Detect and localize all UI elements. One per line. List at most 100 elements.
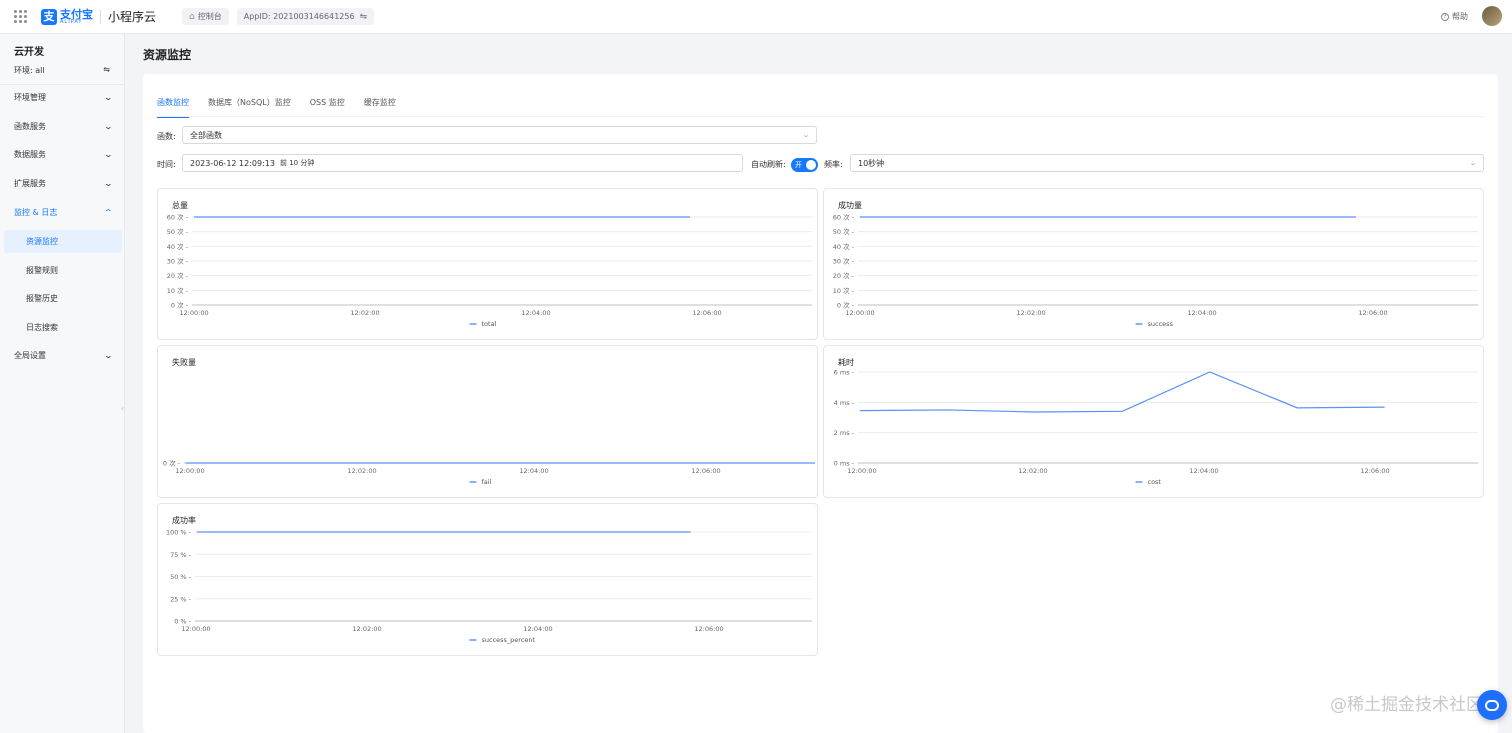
logo-subtext: ALIPAY [60,18,83,25]
y-tick-label: 20 次 - [167,271,189,280]
chart-svg: 0 次 -10 次 -20 次 -30 次 -40 次 -50 次 -60 次 … [833,213,1478,328]
y-tick-label: 2 ms - [834,429,855,437]
sidebar-item-extensions[interactable]: 扩展服务 ⌄ [14,178,114,189]
sidebar-subitem-log-search[interactable]: 日志搜索 [26,322,58,333]
app-grid-icon[interactable] [14,10,27,23]
sidebar: 云开发 环境: all ⇋ 环境管理 ⌄ 函数服务 ⌄ 数据服务 ⌄ 扩展服务 … [0,34,125,733]
sidebar-subitem-alert-history[interactable]: 报警历史 [26,293,58,304]
x-tick-label: 12:04:00 [1189,467,1218,475]
tab-cache-monitor[interactable]: 缓存监控 [364,97,396,118]
chart-success: 成功量 0 次 -10 次 -20 次 -30 次 -40 次 -50 次 -6… [823,188,1484,340]
sidebar-item-global-settings[interactable]: 全局设置 ⌄ [14,350,113,361]
tabs-divider [157,116,1484,117]
x-tick-label: 12:00:00 [175,467,204,475]
toggle-label: 开 [795,161,802,169]
sidebar-item-label: 扩展服务 [14,179,46,188]
chat-float-button[interactable] [1477,690,1507,720]
function-select-value: 全部函数 [190,130,222,140]
collapse-sidebar-icon[interactable]: ‹ [121,404,129,418]
appid-switcher[interactable]: AppID: 2021003146641256 ⇋ [236,8,375,25]
y-tick-label: 10 次 - [167,286,189,295]
frequency-select[interactable]: 10秒钟 ⌄ [850,154,1484,172]
x-tick-label: 12:06:00 [694,625,723,633]
chart-svg: 0 次 -12:00:00 12:02:00 12:04:00 12:06:00fai… [163,459,815,486]
chevron-down-icon: ⌄ [801,131,811,139]
console-label: 控制台 [197,12,222,21]
chevron-down-icon: ⌄ [103,93,114,102]
x-tick-label: 12:02:00 [352,625,381,633]
sidebar-subitem-resource-monitor[interactable]: 资源监控 [26,236,58,247]
sidebar-subitem-alert-rules[interactable]: 报警规则 [26,265,58,276]
auto-refresh-toggle[interactable]: 开 [791,158,818,172]
help-link[interactable]: ? 帮助 [1441,11,1468,22]
x-tick-label: 12:04:00 [523,625,552,633]
time-label: 时间: [157,160,176,169]
legend-label: success_percent [482,636,536,644]
help-label: 帮助 [1452,12,1468,21]
y-tick-label: 100 % - [166,529,192,537]
logo-text: 支付宝 [60,7,93,21]
chevron-down-icon: ⌄ [103,179,114,188]
swap-icon: ⇋ [359,11,368,22]
time-picker[interactable]: 2023-06-12 12:09:13 前 10 分钟 [182,154,743,172]
chart-cost: 耗时 0 ms -2 ms -4 ms -6 ms -12:00:00 12:02… [823,345,1484,498]
y-tick-label: 50 次 - [167,227,189,236]
function-select[interactable]: 全部函数 ⌄ [182,126,817,144]
y-tick-label: 60 次 - [167,213,189,222]
monitor-tabs: 函数监控 数据库（NoSQL）监控 OSS 监控 缓存监控 [157,97,415,118]
y-tick-label: 30 次 - [833,257,855,266]
alipay-logo[interactable]: 支 支付宝 ALIPAY [41,7,93,25]
sidebar-divider [0,84,124,85]
sidebar-item-monitoring[interactable]: 监控 & 日志 ⌃ [14,207,113,218]
tab-oss-monitor[interactable]: OSS 监控 [310,97,345,118]
x-tick-label: 12:00:00 [847,467,876,475]
console-button[interactable]: ⌂ 控制台 [182,8,229,25]
x-tick-label: 12:04:00 [521,309,550,317]
sidebar-item-label: 数据服务 [14,150,46,159]
tab-nosql-monitor[interactable]: 数据库（NoSQL）监控 [208,97,291,118]
sidebar-item-data[interactable]: 数据服务 ⌄ [14,149,114,160]
y-tick-label: 25 % - [170,595,192,603]
tab-function-monitor[interactable]: 函数监控 [157,97,189,118]
chart-svg: 0 % -25 % -50 % -75 % -100 % -12:00:00 12… [166,529,812,644]
frequency-value: 10秒钟 [858,158,885,168]
alipay-logo-icon: 支 [41,8,57,25]
chevron-down-icon: ⌄ [103,122,114,131]
y-tick-label: 20 次 - [833,271,855,280]
auto-refresh-label: 自动刷新: [751,160,786,169]
y-tick-label: 30 次 - [167,257,189,266]
x-tick-label: 12:04:00 [519,467,548,475]
y-tick-label: 60 次 - [833,213,855,222]
active-item-highlight [4,230,122,253]
chat-icon [1485,699,1499,711]
chevron-down-icon: ⌄ [103,150,114,159]
x-tick-label: 12:02:00 [1018,467,1047,475]
series-line [859,371,1385,413]
avatar[interactable] [1482,6,1502,26]
function-label: 函数: [157,132,176,141]
chart-success-rate: 成功率 0 % -25 % -50 % -75 % -100 % -12:00:… [157,503,818,656]
sidebar-item-label: 全局设置 [14,351,46,360]
x-tick-label: 12:04:00 [1187,309,1216,317]
logo-divider [100,9,101,24]
env-label: 环境: all [14,66,45,75]
sidebar-item-functions[interactable]: 函数服务 ⌄ [14,121,114,132]
x-tick-label: 12:06:00 [691,467,720,475]
x-tick-label: 12:00:00 [181,625,210,633]
home-icon: ⌂ [189,11,195,22]
x-tick-label: 12:00:00 [845,309,874,317]
x-tick-label: 12:00:00 [179,309,208,317]
x-tick-label: 12:06:00 [692,309,721,317]
appid-label: AppID: 2021003146641256 [243,12,355,21]
sidebar-item-env[interactable]: 环境管理 ⌄ [14,92,114,103]
y-tick-label: 4 ms - [834,399,855,407]
sidebar-item-label: 监控 & 日志 [14,208,58,217]
x-tick-label: 12:02:00 [350,309,379,317]
env-switcher[interactable]: 环境: all ⇋ [14,65,110,76]
time-value: 2023-06-12 12:09:13 [190,158,275,168]
swap-icon: ⇋ [103,65,110,74]
y-tick-label: 40 次 - [833,242,855,251]
legend-label: total [482,320,497,328]
chart-total: 总量 0 次 -10 次 -20 次 -30 次 -40 次 -50 次 -60… [157,188,818,340]
time-range: 前 10 分钟 [279,159,315,167]
